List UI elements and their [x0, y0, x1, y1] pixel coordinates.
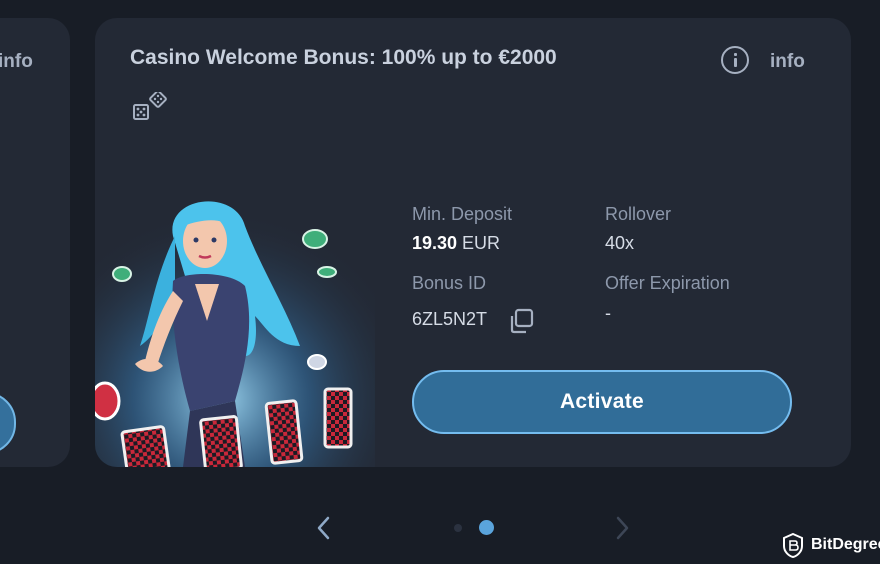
rollover-label: Rollover — [605, 204, 672, 224]
offer-expiration-label: Offer Expiration — [605, 273, 730, 293]
min-deposit-currency: EUR — [457, 233, 501, 253]
previous-offer-card[interactable]: info — [0, 18, 70, 467]
bonus-id-label: Bonus ID — [412, 273, 487, 293]
info-icon[interactable] — [721, 46, 749, 74]
bitdegree-logo-icon — [783, 532, 803, 558]
offer-title: Casino Welcome Bonus: 100% up to €2000 — [130, 46, 557, 69]
min-deposit-amount: 19.30 — [412, 233, 458, 253]
carousel-dot-1[interactable] — [454, 524, 462, 532]
brand-name: BitDegree — [811, 536, 880, 553]
casino-character-illustration — [95, 196, 375, 467]
min-deposit-label: Min. Deposit — [412, 204, 513, 224]
offer-card: Casino Welcome Bonus: 100% up to €2000 i… — [95, 18, 851, 467]
offer-expiration-value: - — [605, 303, 611, 323]
bonus-id-value: 6ZL5N2T — [412, 309, 488, 329]
chevron-left-icon[interactable] — [313, 514, 335, 542]
rollover-value: 40x — [605, 233, 635, 253]
info-link[interactable]: info — [770, 51, 805, 73]
carousel-dot-2[interactable] — [479, 520, 494, 535]
activate-button[interactable]: Activate — [412, 370, 792, 434]
copy-icon[interactable] — [507, 307, 535, 335]
min-deposit-value: 19.30 EUR — [412, 233, 500, 254]
dice-icon — [133, 92, 167, 120]
prev-info-link[interactable]: info — [0, 51, 33, 73]
chevron-right-icon[interactable] — [611, 514, 633, 542]
prev-activate-button[interactable] — [0, 392, 16, 454]
bitdegree-watermark: BitDegree — [782, 532, 880, 558]
